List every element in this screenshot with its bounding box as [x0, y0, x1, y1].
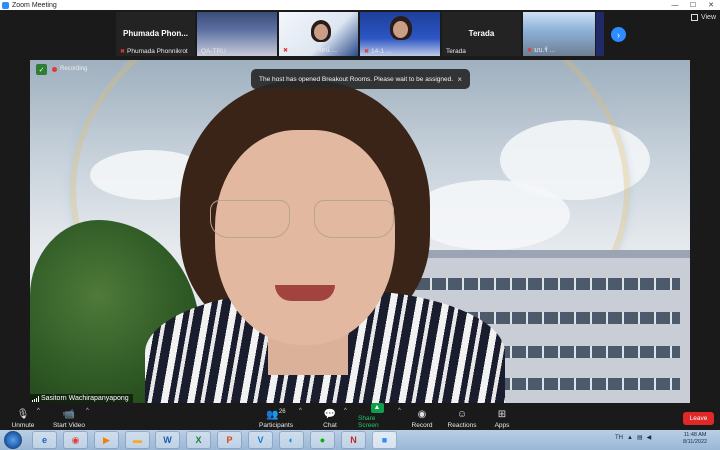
participants-icon: 👥26: [266, 408, 286, 420]
file-explorer-taskbar-icon[interactable]: ▬: [125, 431, 150, 449]
view-button[interactable]: View: [690, 14, 716, 21]
participant-thumbnail[interactable]: Phumada Phon... ✖ Phumada Phonnikrot: [116, 12, 195, 56]
minimize-button[interactable]: —: [666, 0, 684, 10]
participant-thumbnail[interactable]: Terada Terada: [442, 12, 521, 56]
speaker-mouth: [275, 285, 335, 301]
next-page-button[interactable]: ›: [611, 27, 626, 42]
muted-mic-icon: ✖: [120, 49, 126, 55]
windows-taskbar: e ◉ ▶ ▬ W X P V ◐ ● N ■ TH ▲ ▤ ◀ 11:48 A…: [0, 430, 720, 450]
record-icon: ◉: [417, 409, 427, 420]
speaker-name-label: Sasitorn Wachirapanyapong: [30, 394, 133, 403]
chrome-taskbar-icon[interactable]: ◉: [63, 431, 88, 449]
participant-name-label: ✖ 14-1 ...: [364, 48, 392, 55]
participant-thumbnail-strip: Phumada Phon... ✖ Phumada Phonnikrot QA-T…: [0, 10, 720, 58]
clock-time: 11:48 AM: [683, 432, 707, 438]
share-screen-icon: ▲: [370, 403, 384, 413]
participant-video-face: [314, 24, 328, 40]
encryption-shield-icon[interactable]: ✓: [36, 64, 47, 75]
vpn-taskbar-icon[interactable]: V: [248, 431, 273, 449]
tray-expand-icon[interactable]: ▲: [627, 435, 633, 441]
active-speaker-video: ✓ Recording Sasitorn Wachirapanyapong: [30, 60, 690, 403]
nitro-taskbar-icon[interactable]: N: [341, 431, 366, 449]
share-screen-button[interactable]: ▲ Share Screen: [358, 403, 396, 429]
volume-icon[interactable]: ◀: [647, 434, 652, 441]
close-notification-button[interactable]: ×: [457, 75, 462, 84]
start-menu-button[interactable]: [4, 431, 22, 449]
grid-view-icon: [690, 14, 698, 21]
reactions-smiley-icon: ☺: [456, 409, 468, 420]
muted-mic-icon: ✖: [364, 49, 370, 55]
edge-taskbar-icon[interactable]: ◐: [279, 431, 304, 449]
partial-thumbnail: [596, 12, 604, 56]
reactions-button[interactable]: ☺ Reactions: [446, 404, 478, 429]
apps-button[interactable]: ⊞ Apps: [492, 404, 512, 429]
maximize-button[interactable]: ☐: [684, 0, 702, 10]
leave-button[interactable]: Leave: [683, 412, 714, 425]
speaker-glasses: [210, 200, 400, 240]
participant-name-label: ✖ Phumada Phonnikrot: [120, 48, 188, 55]
participant-thumbnail[interactable]: ✖ มบ.ร์ ...: [523, 12, 595, 56]
video-off-icon: 📹: [62, 409, 76, 420]
internet-explorer-taskbar-icon[interactable]: e: [32, 431, 57, 449]
participants-button[interactable]: 👥26 Participants: [258, 404, 294, 429]
meeting-controls-toolbar: 🎙 Unmute ^ 📹 Start Video ^ 👥26 Participa…: [0, 403, 720, 430]
muted-mic-icon: ✖: [527, 48, 533, 54]
breakout-rooms-notification: The host has opened Breakout Rooms. Plea…: [251, 69, 470, 89]
title-bar: Zoom Meeting — ☐ ✕: [0, 0, 720, 10]
record-button[interactable]: ◉ Record: [410, 404, 434, 429]
network-icon[interactable]: ▤: [637, 434, 643, 441]
participant-video-face: [393, 21, 408, 38]
apps-grid-icon: ⊞: [497, 409, 507, 420]
language-indicator[interactable]: TH: [615, 435, 623, 441]
participants-options-caret[interactable]: ^: [299, 408, 302, 414]
start-video-button[interactable]: 📹 Start Video: [52, 404, 86, 429]
window-title: Zoom Meeting: [12, 1, 57, 9]
close-window-button[interactable]: ✕: [702, 0, 720, 10]
participant-name-label: QA-TRU: [201, 48, 226, 55]
muted-mic-icon: ✖: [283, 48, 289, 54]
notification-message: The host has opened Breakout Rooms. Plea…: [259, 75, 454, 83]
chevron-right-icon: ›: [617, 29, 620, 40]
video-options-caret[interactable]: ^: [86, 408, 89, 414]
share-options-caret[interactable]: ^: [398, 408, 401, 414]
muted-microphone-icon: 🎙: [16, 409, 30, 420]
system-tray: TH ▲ ▤ ◀: [615, 434, 652, 442]
chat-options-caret[interactable]: ^: [344, 408, 347, 414]
participant-name-label: ✖ ผศ.ดร.ศุภรัตน์ ...: [283, 47, 338, 54]
word-taskbar-icon[interactable]: W: [155, 431, 180, 449]
taskbar-clock[interactable]: 11:48 AM 8/11/2022: [683, 432, 707, 446]
zoom-app-icon: [2, 1, 9, 9]
powerpoint-taskbar-icon[interactable]: P: [217, 431, 242, 449]
participant-name-label: Terada: [446, 48, 466, 55]
clock-date: 8/11/2022: [683, 439, 708, 445]
excel-taskbar-icon[interactable]: X: [186, 431, 211, 449]
zoom-taskbar-icon[interactable]: ■: [372, 431, 397, 449]
signal-bars-icon: [32, 395, 39, 402]
line-taskbar-icon[interactable]: ●: [310, 431, 335, 449]
participant-display-name: Terada: [468, 29, 495, 38]
participant-display-name: Phumada Phon...: [123, 29, 188, 38]
unmute-button[interactable]: 🎙 Unmute: [8, 404, 38, 429]
participant-thumbnail[interactable]: QA-TRU: [197, 12, 277, 56]
window-controls: — ☐ ✕: [666, 0, 720, 10]
recording-indicator: Recording: [52, 66, 87, 72]
participant-thumbnail[interactable]: ✖ 14-1 ...: [360, 12, 440, 56]
audio-options-caret[interactable]: ^: [37, 408, 40, 414]
media-player-taskbar-icon[interactable]: ▶: [94, 431, 119, 449]
chat-bubble-icon: 💬: [323, 409, 337, 420]
record-dot-icon: [52, 66, 57, 72]
chat-button[interactable]: 💬 Chat: [320, 404, 340, 429]
participant-name-label: ✖ มบ.ร์ ...: [527, 47, 555, 54]
participant-thumbnail[interactable]: ✖ ผศ.ดร.ศุภรัตน์ ...: [279, 12, 358, 56]
